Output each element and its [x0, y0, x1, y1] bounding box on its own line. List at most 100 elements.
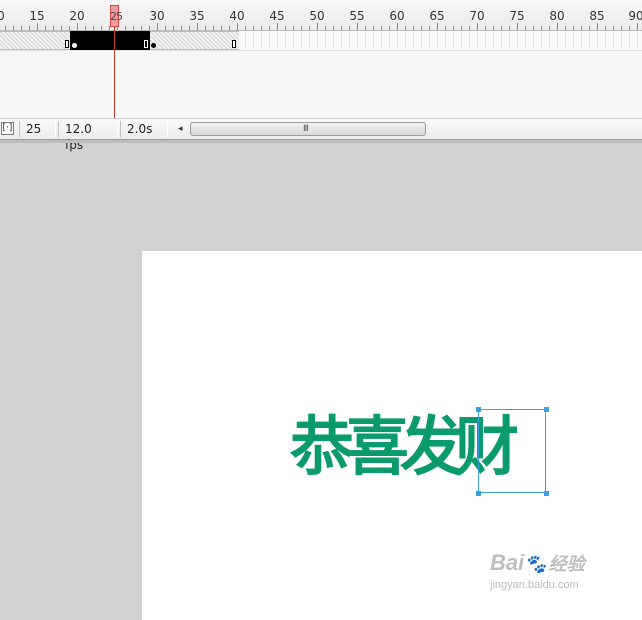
ruler-tick	[629, 26, 630, 30]
frame-cell-divider	[613, 31, 614, 50]
ruler-tick	[301, 26, 302, 30]
tween-span-start[interactable]	[0, 31, 70, 50]
ruler-tick	[373, 26, 374, 30]
ruler-tick	[381, 26, 382, 30]
frame-cell-divider	[493, 31, 494, 50]
ruler-tick	[149, 26, 150, 30]
transform-handle[interactable]	[544, 491, 549, 496]
frame-cell-divider	[549, 31, 550, 50]
ruler-tick	[445, 26, 446, 30]
ruler-tick	[77, 23, 78, 30]
ruler-tick	[453, 26, 454, 30]
frame-cell-divider	[461, 31, 462, 50]
frame-cell-divider	[373, 31, 374, 50]
frame-cell-divider	[581, 31, 582, 50]
ruler-label: 90	[628, 9, 642, 23]
ruler-tick	[5, 26, 6, 30]
scroll-left-arrow-icon[interactable]: ◂	[178, 123, 183, 135]
transform-handle[interactable]	[544, 407, 549, 412]
ruler-tick	[597, 23, 598, 30]
frame-cell-divider	[405, 31, 406, 50]
transform-handle[interactable]	[476, 491, 481, 496]
ruler-tick	[229, 26, 230, 30]
frame-rate-field[interactable]: 12.0 fps	[58, 121, 118, 152]
frame-cell-divider	[557, 31, 558, 50]
frame-cell-divider	[621, 31, 622, 50]
timeline-ruler[interactable]: 0 15 20 30 35 40 45 50 55 60 65 70 75 80…	[0, 0, 642, 31]
artwork-text[interactable]: 恭喜发财	[290, 408, 519, 488]
selection-bounding-box[interactable]	[478, 409, 546, 493]
ruler-label: 15	[29, 9, 45, 23]
horizontal-scrollbar[interactable]: III	[190, 122, 426, 136]
frame-cell-divider	[269, 31, 270, 50]
ruler-tick	[213, 26, 214, 30]
panel-divider[interactable]	[0, 140, 642, 143]
selected-frame-span[interactable]	[70, 31, 150, 50]
ruler-tick	[85, 26, 86, 30]
elapsed-time-field: 2.0s	[120, 121, 168, 137]
frame-end-marker	[144, 40, 148, 48]
frame-cell-divider	[437, 31, 438, 50]
ruler-tick	[205, 26, 206, 30]
ruler-tick	[69, 26, 70, 30]
ruler-label: 60	[389, 9, 405, 23]
ruler-tick	[501, 26, 502, 30]
ruler-tick	[37, 23, 38, 30]
ruler-tick	[405, 26, 406, 30]
ruler-tick	[565, 26, 566, 30]
ruler-tick	[581, 26, 582, 30]
frame-cell-divider	[573, 31, 574, 50]
tween-span-end[interactable]	[150, 31, 239, 50]
ruler-tick	[253, 26, 254, 30]
ruler-label: 35	[189, 9, 205, 23]
ruler-tick	[277, 23, 278, 30]
ruler-label: 85	[589, 9, 605, 23]
frame-cell-divider	[421, 31, 422, 50]
frame-cell-divider	[509, 31, 510, 50]
ruler-label: 65	[429, 9, 445, 23]
timeline-empty-area[interactable]	[0, 51, 642, 118]
ruler-tick	[21, 26, 22, 30]
ruler-tick	[29, 26, 30, 30]
ruler-tick	[525, 26, 526, 30]
frame-cell-divider	[429, 31, 430, 50]
ruler-tick	[573, 26, 574, 30]
ruler-tick	[493, 26, 494, 30]
frame-cell-divider	[245, 31, 246, 50]
ruler-tick	[125, 26, 126, 30]
ruler-tick	[509, 26, 510, 30]
frame-end-marker	[65, 40, 69, 48]
ruler-tick	[429, 26, 430, 30]
ruler-label: 80	[549, 9, 565, 23]
frame-cell-divider	[301, 31, 302, 50]
frame-cell-divider	[285, 31, 286, 50]
ruler-tick	[261, 26, 262, 30]
frame-cell-divider	[453, 31, 454, 50]
transform-handle[interactable]	[476, 407, 481, 412]
ruler-tick	[477, 23, 478, 30]
frame-cell-divider	[565, 31, 566, 50]
current-frame-field[interactable]: 25	[19, 121, 56, 137]
ruler-tick	[285, 26, 286, 30]
ruler-label: 30	[149, 9, 165, 23]
ruler-tick	[269, 26, 270, 30]
ruler-tick	[309, 26, 310, 30]
frame-cell-divider	[597, 31, 598, 50]
ruler-tick	[613, 26, 614, 30]
frame-cell-divider	[253, 31, 254, 50]
ruler-label: 20	[69, 9, 85, 23]
frame-cell-divider	[349, 31, 350, 50]
center-frame-button[interactable]: [·]	[1, 122, 14, 135]
keyframe-dot[interactable]	[72, 43, 77, 48]
frame-cell-divider	[637, 31, 638, 50]
ruler-tick	[173, 26, 174, 30]
ruler-tick	[325, 26, 326, 30]
frame-cell-divider	[629, 31, 630, 50]
frame-cell-divider	[469, 31, 470, 50]
scrollbar-grip-icon: III	[303, 124, 309, 134]
ruler-tick	[245, 26, 246, 30]
keyframe-dot[interactable]	[151, 43, 156, 48]
ruler-tick	[461, 26, 462, 30]
timeline-layer-row[interactable]	[0, 31, 642, 51]
frame-cell-divider	[501, 31, 502, 50]
